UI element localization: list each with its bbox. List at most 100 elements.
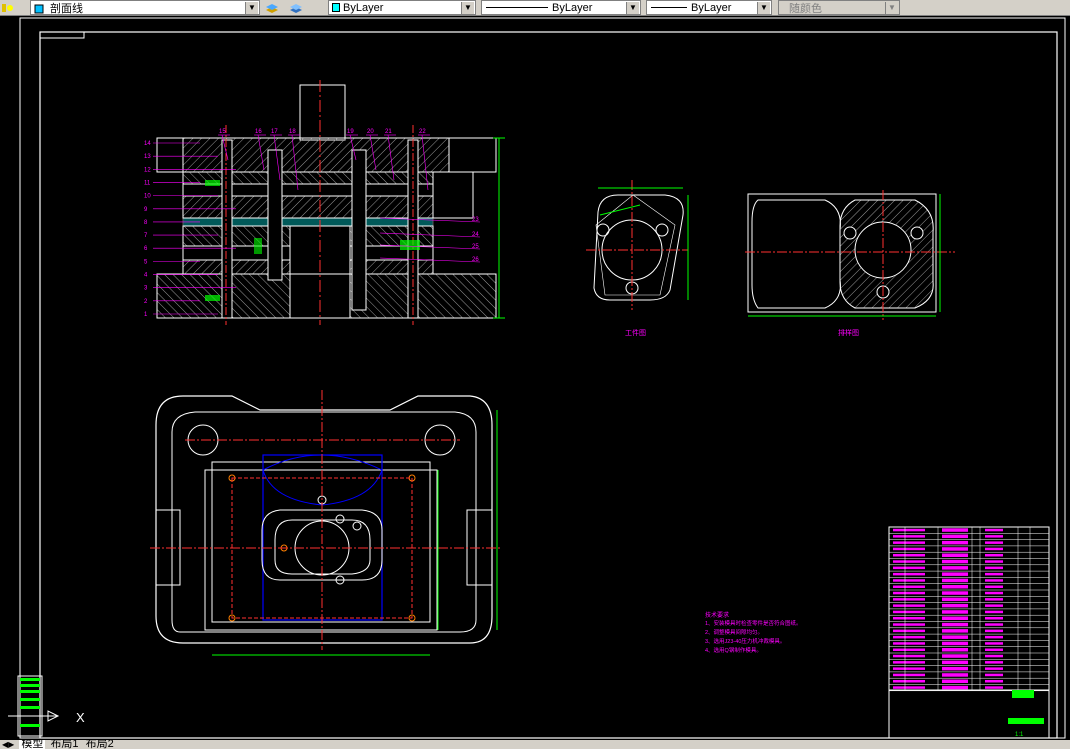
tech-req-line-4: 4、选用Q钢制作模具。: [705, 646, 762, 654]
bom-material: [985, 547, 1003, 551]
bom-name: [942, 654, 968, 658]
svg-text:X: X: [76, 710, 85, 725]
bom-name: [942, 572, 968, 576]
bom-name: [942, 616, 968, 620]
bom-code: [893, 547, 925, 551]
chevron-down-icon[interactable]: ▼: [245, 2, 258, 14]
bom-material: [985, 560, 1003, 563]
bom-material: [985, 642, 1003, 645]
color-swatch: [332, 3, 340, 12]
bom-code: [893, 680, 925, 683]
bom-name: [942, 641, 968, 646]
part-number-label: 18: [289, 129, 296, 135]
workpiece-view: 工件图: [586, 180, 689, 337]
bom-material: [985, 654, 1003, 658]
layer-state-icon[interactable]: [0, 1, 14, 14]
bom-code: [893, 535, 925, 538]
part-number-label: 15: [219, 129, 226, 135]
part-number-label: 16: [255, 129, 262, 135]
bom-code: [893, 667, 925, 670]
layer-dropdown[interactable]: 剖面线 ▼: [30, 0, 260, 15]
layer-value: 剖面线: [50, 2, 83, 15]
chevron-down-icon[interactable]: ▼: [757, 2, 770, 14]
drawing-canvas[interactable]: 14 13 12 11 10 9 8 7 6 5 4 3 2 1 15 16 17 18 19 20 21 22 23 24 2…: [0, 16, 1070, 740]
part-number-label: 7: [144, 233, 148, 239]
workpiece-label: 工件图: [625, 328, 646, 337]
bom-code: [893, 541, 925, 544]
technical-requirements: 技术要求 1、安装模具时检查零件是否符合图纸。 2、调整模具间隙均匀。 3、选用…: [705, 611, 802, 654]
bom-code: [893, 629, 925, 633]
bom-name: [942, 553, 968, 557]
layer-previous-icon[interactable]: [289, 1, 303, 14]
color-value: ByLayer: [343, 1, 384, 14]
chevron-down-icon[interactable]: ▼: [461, 2, 474, 14]
bom-name: [942, 648, 968, 652]
part-number-label: 22: [419, 129, 426, 135]
bom-material: [985, 648, 1003, 651]
bom-name: [942, 591, 968, 595]
linetype-dropdown[interactable]: ByLayer ▼: [481, 0, 641, 15]
bom-material: [985, 623, 1003, 626]
tech-req-line-2: 2、调整模具间隙均匀。: [705, 628, 763, 636]
part-number-label: 23: [472, 217, 479, 223]
bom-code: [893, 623, 925, 626]
make-layer-current-icon[interactable]: [265, 1, 279, 14]
bom-code: [893, 591, 925, 595]
tech-req-line-3: 3、选用J23-40压力机冲裁模具。: [705, 637, 785, 645]
bom-code: [893, 617, 925, 620]
part-number-label: 4: [144, 273, 148, 279]
plotstyle-dropdown: 随颜色 ▼: [778, 0, 900, 15]
lineweight-preview: [651, 7, 687, 8]
title-block: 1:1: [888, 526, 1050, 739]
bom-code: [893, 598, 925, 601]
part-number-label: 11: [144, 180, 151, 186]
part-number-label: 25: [472, 244, 479, 250]
part-number-label: 19: [347, 129, 354, 135]
part-number-label: 14: [144, 141, 151, 147]
tab-layout2[interactable]: 布局2: [84, 740, 116, 749]
bom-code: [893, 572, 925, 576]
chevron-down-icon[interactable]: ▼: [626, 2, 639, 14]
bom-material: [985, 541, 1003, 544]
title-block-field: [1008, 718, 1044, 724]
tab-nav-arrows[interactable]: ◀▶: [0, 740, 16, 749]
part-number-label: 13: [144, 154, 151, 160]
bom-material: [985, 579, 1003, 582]
bom-material: [985, 661, 1003, 664]
bom-code: [893, 648, 925, 651]
lineweight-value: ByLayer: [691, 1, 732, 14]
layout-label: 排样图: [838, 328, 859, 337]
bom-name: [942, 610, 968, 614]
bom-material: [985, 598, 1003, 601]
bom-code: [893, 654, 925, 658]
color-dropdown[interactable]: ByLayer ▼: [328, 0, 476, 15]
part-number-label: 10: [144, 194, 151, 200]
bom-name: [942, 585, 968, 589]
properties-toolbar: 剖面线 ▼ ByLayer ▼ ByLayer ▼ ByLayer ▼ 随颜色 …: [0, 0, 1070, 16]
bom-material: [985, 686, 1003, 689]
bom-code: [893, 673, 925, 677]
bom-code: [893, 566, 925, 570]
bom-code: [893, 661, 925, 664]
bom-name: [942, 679, 968, 683]
part-number-label: 1: [144, 312, 148, 318]
bom-code: [893, 604, 925, 607]
linetype-preview: [486, 7, 548, 8]
layout-tabs: ◀▶ 模型 布局1 布局2: [0, 740, 1070, 749]
bom-code: [893, 585, 925, 588]
bom-name: [942, 622, 968, 627]
tab-layout1[interactable]: 布局1: [48, 740, 80, 749]
bom-name: [942, 566, 968, 570]
part-number-label: 26: [472, 257, 479, 263]
bom-name: [942, 547, 968, 551]
bom-code: [893, 610, 925, 614]
tab-model[interactable]: 模型: [19, 740, 46, 749]
lineweight-dropdown[interactable]: ByLayer ▼: [646, 0, 772, 15]
bom-code: [893, 642, 925, 645]
bom-material: [985, 585, 1003, 588]
part-number-label: 17: [271, 129, 278, 135]
bom-name: [942, 534, 968, 539]
part-number-label: 3: [144, 286, 148, 292]
part-number-label: 24: [472, 232, 479, 238]
strip-layout-view: 排样图: [745, 190, 955, 337]
